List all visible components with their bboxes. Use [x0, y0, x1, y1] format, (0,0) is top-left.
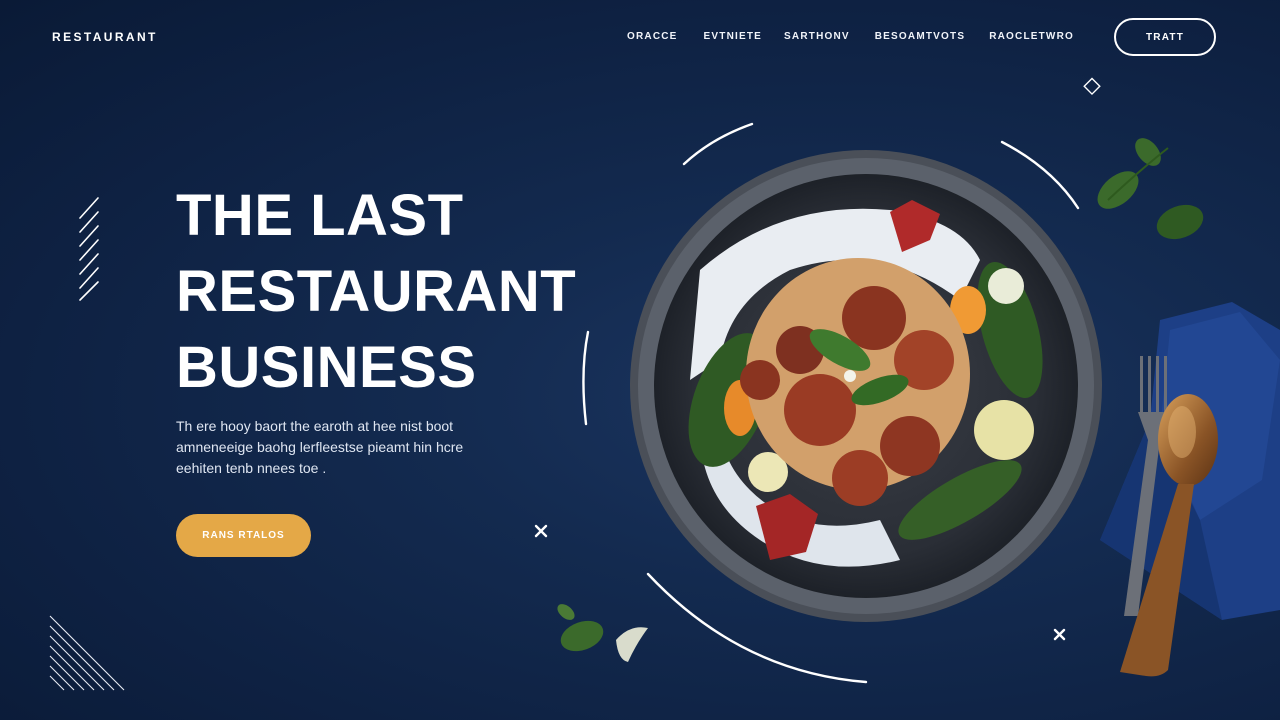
- diamond-icon: [1083, 77, 1101, 96]
- herb-sprig-top: [1097, 138, 1204, 240]
- header-action-button[interactable]: TRATT: [1114, 18, 1216, 56]
- hero-headline: THE LAST RESTAURANT BUSINESS: [176, 178, 576, 406]
- food-bowl: [630, 150, 1102, 622]
- stripes-decoration-bottom: [49, 615, 125, 691]
- close-x-icon: [534, 524, 548, 538]
- close-x-icon-2: [1053, 628, 1066, 641]
- herb-sprig-bottom: [557, 604, 648, 662]
- nav-item-5[interactable]: RAOCLETWRO: [989, 31, 1074, 42]
- brand-logo[interactable]: RESTAURANT: [52, 30, 158, 44]
- nav-item-2[interactable]: EVTNIETE: [704, 31, 763, 42]
- nav-item-1[interactable]: ORACCE: [627, 31, 678, 42]
- headline-line-1: THE LAST: [176, 183, 464, 248]
- description-line-2: amneneeige baohg lerfleestse pieamt hin …: [176, 439, 464, 455]
- hero-description: Th ere hooy baort the earoth at hee nist…: [176, 416, 536, 479]
- nav-item-4[interactable]: BESOAMTVOTS: [875, 31, 965, 42]
- main-nav: ORACCE EVTNIETE SARTHONV BESOAMTVOTS RAO…: [627, 31, 1074, 42]
- nav-item-3[interactable]: SARTHONV: [784, 31, 850, 42]
- headline-line-3: BUSINESS: [176, 335, 477, 400]
- headline-line-2: RESTAURANT: [176, 259, 577, 324]
- description-line-3: eehiten tenb nnees toe .: [176, 460, 327, 476]
- cta-button[interactable]: RANS RTALOS: [176, 514, 311, 557]
- stripes-decoration-left: [79, 197, 99, 301]
- description-line-1: Th ere hooy baort the earoth at hee nist…: [176, 418, 454, 434]
